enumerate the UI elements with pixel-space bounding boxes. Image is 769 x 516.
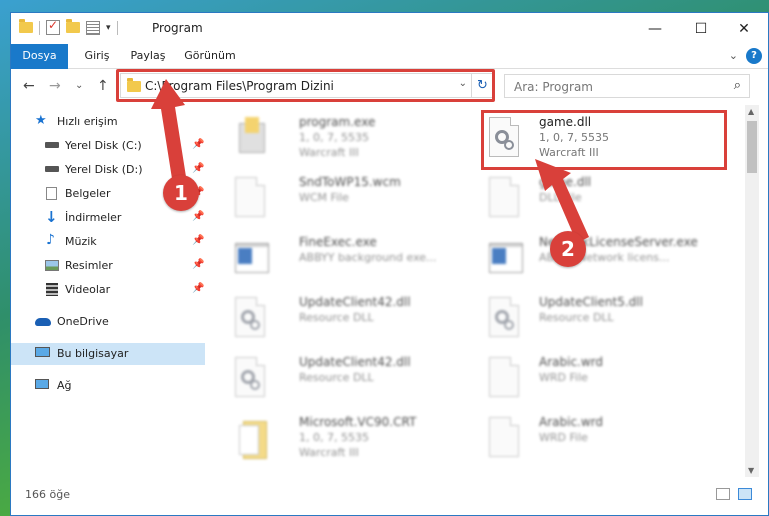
arrow-1-icon xyxy=(151,79,187,185)
arrow-2-icon xyxy=(535,159,589,243)
annotation-arrows xyxy=(151,79,589,243)
step-1-badge: 1 xyxy=(163,175,199,211)
explorer-window: ▾ Program — ☐ ✕ Dosya Giriş Paylaş Görün… xyxy=(10,12,769,516)
step-2-badge: 2 xyxy=(550,231,586,267)
